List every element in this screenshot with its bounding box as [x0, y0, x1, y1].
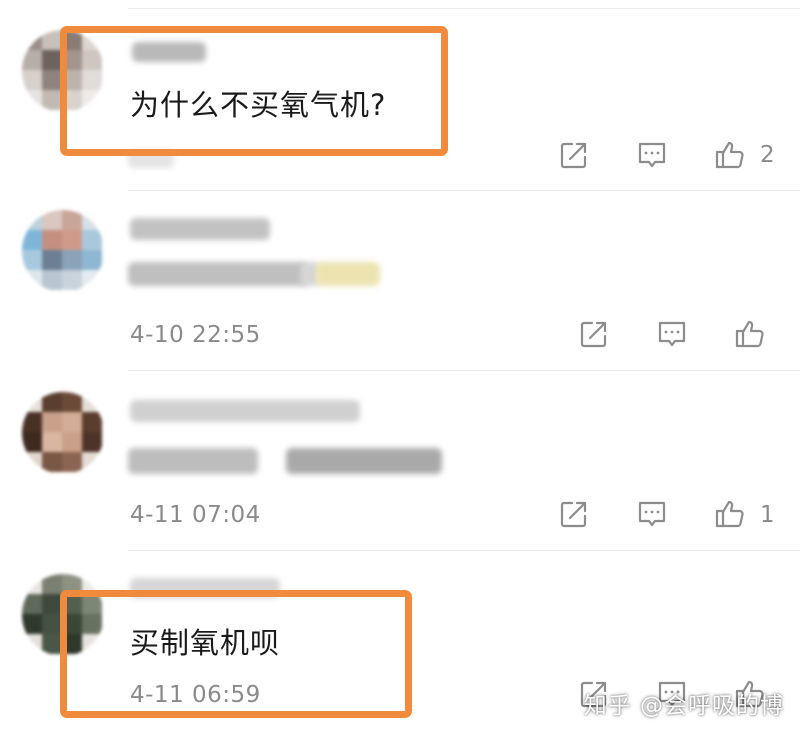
share-icon[interactable] — [558, 139, 590, 171]
avatar[interactable] — [22, 30, 104, 112]
like-icon[interactable] — [714, 498, 746, 530]
like-count: 2 — [760, 142, 775, 168]
share-icon[interactable] — [558, 498, 590, 530]
blurred-text — [128, 448, 258, 474]
avatar[interactable] — [22, 392, 104, 474]
reply-icon[interactable] — [636, 498, 668, 530]
comment-timestamp: 4-11 07:04 — [130, 502, 261, 528]
comment-item: 4-10 22:55 — [0, 190, 800, 370]
like-count: 1 — [760, 502, 775, 528]
comment-content: 买制氧机呗 — [130, 626, 281, 660]
watermark: 知乎 @会呼吸的博 — [583, 693, 784, 719]
avatar[interactable] — [22, 574, 104, 656]
blurred-text — [286, 448, 442, 474]
blurred-text — [316, 262, 380, 286]
username-redacted[interactable] — [132, 42, 206, 62]
comment-content: 为什么不买氧气机? — [130, 88, 387, 122]
comment-item: 4-11 07:04 1 — [0, 370, 800, 550]
comment-timestamp: 4-10 22:55 — [130, 322, 261, 348]
comment-timestamp: 4-11 06:59 — [130, 682, 261, 708]
username-redacted[interactable] — [130, 400, 360, 422]
avatar[interactable] — [22, 210, 104, 292]
reply-icon[interactable] — [656, 318, 688, 350]
blurred-text — [128, 262, 308, 286]
username-redacted[interactable] — [130, 578, 280, 598]
username-redacted[interactable] — [130, 218, 270, 240]
blurred-text — [128, 150, 174, 168]
comment-item: 为什么不买氧气机? 2 — [0, 0, 800, 190]
share-icon[interactable] — [578, 318, 610, 350]
like-icon[interactable] — [714, 139, 746, 171]
reply-icon[interactable] — [636, 139, 668, 171]
like-icon[interactable] — [734, 318, 766, 350]
